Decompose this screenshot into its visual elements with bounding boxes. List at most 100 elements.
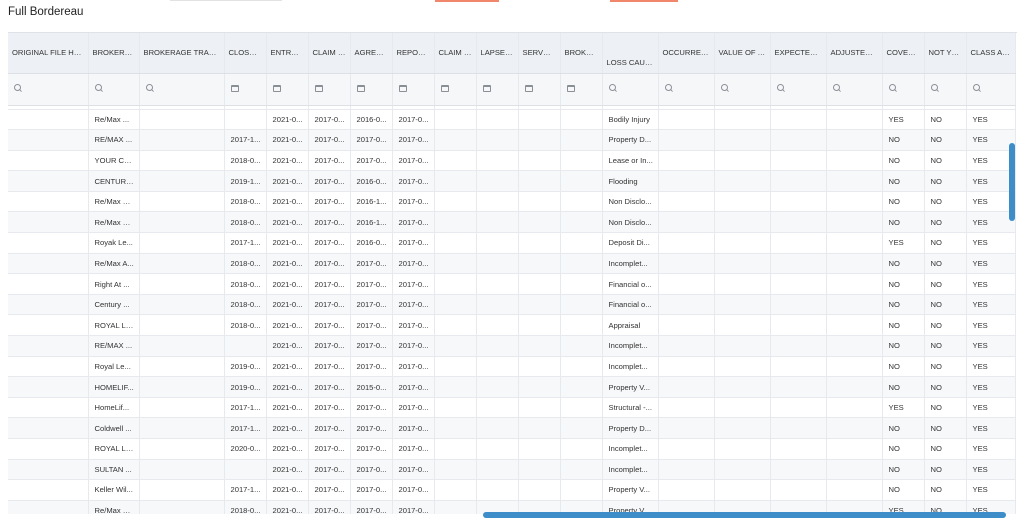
search-icon[interactable] (972, 83, 982, 93)
column-header-expected-payout[interactable]: EXPECTED PAYOU (770, 33, 827, 74)
calendar-icon[interactable] (314, 84, 323, 92)
bordereau-grid[interactable]: ORIGINAL FILE HANDLER BROKERAGE BROKERAGE … (8, 32, 1017, 514)
calendar-icon[interactable] (272, 84, 281, 92)
cell-claim-paid (434, 211, 477, 234)
table-row[interactable]: ROYAL LE... 2018-0... 2021-0... 2017-0... 20… (8, 314, 1016, 337)
cell-orig-handler (8, 150, 89, 172)
column-header-not-yet[interactable]: NOT YET REF (924, 33, 967, 74)
cell-report-date: 2017-0... (392, 170, 435, 192)
table-row[interactable]: YOUR CH... 2018-0... 2021-0... 2017-0... 201… (8, 150, 1016, 172)
calendar-icon[interactable] (356, 84, 365, 92)
filter-cell-not-yet[interactable] (924, 73, 967, 106)
table-row[interactable]: RE/MAX ... 2021-0... 2017-0... 2017-0... 201… (8, 335, 1016, 357)
filter-cell-served-date[interactable] (518, 73, 561, 106)
filter-cell-occurrence[interactable] (658, 73, 715, 106)
column-header-brokerage2[interactable]: BROKERAGE (560, 33, 603, 74)
search-icon[interactable] (930, 83, 940, 93)
filter-cell-value-txn[interactable] (714, 73, 771, 106)
cell-expected-payout (770, 294, 827, 316)
table-row[interactable]: Re/Max ... 2021-0... 2017-0... 2016-0... 201… (8, 109, 1016, 131)
cell-brokerage-txn (139, 417, 225, 439)
filter-cell-adjusted-gross[interactable] (826, 73, 883, 106)
column-header-claim-date[interactable]: CLAIM DATE (308, 33, 351, 74)
search-icon[interactable] (14, 83, 23, 93)
search-icon[interactable] (832, 83, 842, 93)
column-header-occurrence[interactable]: OCCURRENCE NO (658, 33, 715, 74)
column-header-claim-paid[interactable]: CLAIM PAID D (434, 33, 477, 74)
search-icon[interactable] (720, 83, 730, 93)
filter-cell-brokerage-txn[interactable] (139, 73, 225, 106)
column-header-class-action[interactable]: CLASS ACTIO (966, 33, 1016, 74)
column-header-entry-date[interactable]: ENTRY DATE (266, 33, 309, 74)
column-header-orig-handler[interactable]: ORIGINAL FILE HANDLER (8, 33, 89, 74)
filter-cell-class-action[interactable] (966, 73, 1016, 106)
column-header-agreement[interactable]: AGREEMENT (350, 33, 393, 74)
filter-cell-claim-date[interactable] (308, 73, 351, 106)
cell-expected-payout (770, 170, 827, 192)
filter-cell-report-date[interactable] (392, 73, 435, 106)
cell-close-date (224, 459, 267, 481)
search-icon[interactable] (776, 83, 786, 93)
filter-cell-expected-payout[interactable] (770, 73, 827, 106)
table-row[interactable]: Keller Wil... 2017-1... 2021-0... 2017-0...… (8, 479, 1016, 501)
filter-cell-coverage[interactable] (882, 73, 925, 106)
cell-coverage: NO (882, 273, 925, 295)
table-row[interactable]: Re/Max H... 2018-0... 2021-0... 2017-0... 20… (8, 211, 1016, 234)
filter-cell-brokerage[interactable] (88, 73, 140, 106)
column-header-served-date[interactable]: SERVED DAT (518, 33, 561, 74)
filter-cell-agreement[interactable] (350, 73, 393, 106)
filter-cell-brokerage2[interactable] (560, 73, 603, 106)
calendar-icon[interactable] (440, 84, 449, 92)
table-row[interactable]: Royal Le... 2019-0... 2021-0... 2017-0... 20… (8, 356, 1016, 378)
table-row[interactable]: SULTAN ... 2021-0... 2017-0... 2017-0... 201… (8, 459, 1016, 481)
table-row[interactable]: Re/Max A... 2018-0... 2021-0... 2017-0... 20… (8, 253, 1016, 275)
search-icon[interactable] (145, 83, 155, 93)
cell-class-action: YES (966, 459, 1016, 481)
vertical-scrollbar[interactable] (1009, 143, 1015, 221)
cell-brokerage2 (560, 356, 603, 378)
column-header-brokerage-txn[interactable]: BROKERAGE TRANSACTION (139, 33, 225, 74)
table-row[interactable]: ROYAL LE... 2020-0... 2021-0... 2017-0... 20… (8, 438, 1016, 460)
column-header-value-txn[interactable]: VALUE OF TRANSA (714, 33, 771, 74)
table-row[interactable]: Re/Max H... 2018-0... 2021-0... 2017-0... 20… (8, 191, 1016, 213)
filter-cell-entry-date[interactable] (266, 73, 309, 106)
column-header-adjusted-gross[interactable]: ADJUSTED GROSS (826, 33, 883, 74)
cell-adjusted-gross (826, 129, 883, 151)
calendar-icon[interactable] (524, 84, 533, 92)
horizontal-scrollbar[interactable] (483, 512, 1006, 518)
table-row[interactable]: Royak Le... 2017-1... 2021-0... 2017-0... 20… (8, 232, 1016, 254)
cell-expected-payout (770, 109, 827, 131)
cell-loss-cause: Incomplet... (602, 335, 659, 357)
column-header-close-date[interactable]: CLOSE DATE (224, 33, 267, 74)
filter-cell-orig-handler[interactable] (8, 73, 89, 106)
search-icon[interactable] (888, 83, 898, 93)
cell-class-action: YES (966, 211, 1016, 234)
filter-cell-lapse-date[interactable] (476, 73, 519, 106)
column-header-coverage[interactable]: COVERAGE IS (882, 33, 925, 74)
column-header-brokerage[interactable]: BROKERAGE (88, 33, 140, 74)
table-row[interactable]: RE/MAX ... 2017-1... 2021-0... 2017-0... 201… (8, 129, 1016, 151)
table-row[interactable]: Century ... 2018-0... 2021-0... 2017-0... 20… (8, 294, 1016, 316)
column-header-label: AGREEMENT (354, 48, 392, 58)
calendar-icon[interactable] (398, 84, 407, 92)
search-icon[interactable] (94, 83, 104, 93)
table-row[interactable]: Right At ... 2018-0... 2021-0... 2017-0... 2… (8, 273, 1016, 295)
filter-cell-close-date[interactable] (224, 73, 267, 106)
cell-occurrence (658, 150, 715, 172)
filter-cell-claim-paid[interactable] (434, 73, 477, 106)
search-icon[interactable] (608, 83, 618, 93)
column-header-lapse-date[interactable]: LAPSE DATE (476, 33, 519, 74)
search-icon[interactable] (664, 83, 674, 93)
filter-cell-loss-cause[interactable] (602, 73, 659, 106)
calendar-icon[interactable] (482, 84, 491, 92)
cell-served-date (518, 376, 561, 398)
table-row[interactable]: HomeLif... 2017-1... 2021-0... 2017-0... 201… (8, 397, 1016, 419)
calendar-icon[interactable] (566, 84, 575, 92)
calendar-icon[interactable] (230, 84, 239, 92)
cell-orig-handler (8, 129, 89, 151)
column-header-report-date[interactable]: REPORT DAT (392, 33, 435, 74)
table-row[interactable]: HOMELIF... 2019-0... 2021-0... 2017-0... 201… (8, 376, 1016, 398)
table-row[interactable]: Coldwell ... 2017-1... 2021-0... 2017-0... 2… (8, 417, 1016, 439)
column-header-loss-cause[interactable]: LOSS CAUSE (602, 33, 659, 74)
table-row[interactable]: CENTURY... 2019-1... 2021-0... 2017-0... 201… (8, 170, 1016, 192)
